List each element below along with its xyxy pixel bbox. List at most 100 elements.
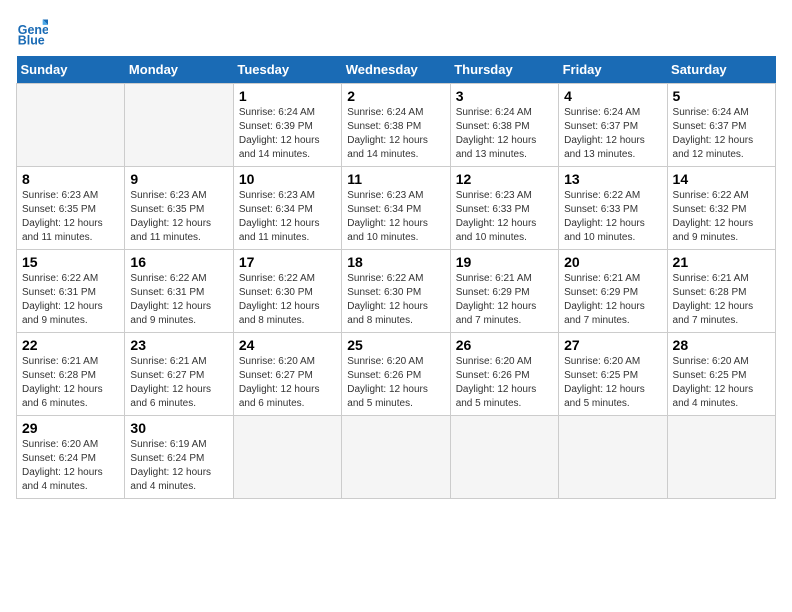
calendar-cell <box>450 416 558 499</box>
calendar-cell: 28 Sunrise: 6:20 AM Sunset: 6:25 PM Dayli… <box>667 333 775 416</box>
day-info: Sunrise: 6:20 AM Sunset: 6:24 PM Dayligh… <box>22 438 119 494</box>
calendar-cell: 15 Sunrise: 6:22 AM Sunset: 6:31 PM Dayli… <box>17 250 125 333</box>
calendar-cell: 25Sunrise: 6:20 AM Sunset: 6:26 PM Dayli… <box>342 333 450 416</box>
day-of-week-header: Sunday <box>17 56 125 84</box>
day-info: Sunrise: 6:24 AM Sunset: 6:39 PM Dayligh… <box>239 106 336 162</box>
calendar-cell: 4 Sunrise: 6:24 AM Sunset: 6:37 PM Daylig… <box>559 84 667 167</box>
day-number: 1 <box>239 88 336 104</box>
calendar-cell: 20 Sunrise: 6:21 AM Sunset: 6:29 PM Dayli… <box>559 250 667 333</box>
day-info: Sunrise: 6:24 AM Sunset: 6:38 PM Dayligh… <box>347 106 444 162</box>
calendar-cell <box>17 84 125 167</box>
calendar-cell: 11 Sunrise: 6:23 AM Sunset: 6:34 PM Dayli… <box>342 167 450 250</box>
day-number: 30 <box>130 420 227 436</box>
svg-text:Blue: Blue <box>18 33 45 47</box>
day-info: Sunrise: 6:20 AM Sunset: 6:27 PM Dayligh… <box>239 355 336 411</box>
calendar-cell: 19 Sunrise: 6:21 AM Sunset: 6:29 PM Dayli… <box>450 250 558 333</box>
day-info: Sunrise: 6:21 AM Sunset: 6:27 PM Dayligh… <box>130 355 227 411</box>
day-number: 12 <box>456 171 553 187</box>
calendar-cell: 1 Sunrise: 6:24 AM Sunset: 6:39 PM Daylig… <box>233 84 341 167</box>
day-info: Sunrise: 6:21 AM Sunset: 6:29 PM Dayligh… <box>456 272 553 328</box>
calendar-cell: 30 Sunrise: 6:19 AM Sunset: 6:24 PM Dayli… <box>125 416 233 499</box>
day-info: Sunrise: 6:23 AM Sunset: 6:33 PM Dayligh… <box>456 189 553 245</box>
day-number: 16 <box>130 254 227 270</box>
logo: General Blue <box>16 16 52 48</box>
day-info: Sunrise: 6:23 AM Sunset: 6:35 PM Dayligh… <box>130 189 227 245</box>
calendar-cell: 8 Sunrise: 6:23 AM Sunset: 6:35 PM Daylig… <box>17 167 125 250</box>
calendar-cell: 23 Sunrise: 6:21 AM Sunset: 6:27 PM Dayli… <box>125 333 233 416</box>
day-of-week-header: Saturday <box>667 56 775 84</box>
day-number: 24 <box>239 337 336 353</box>
day-info: Sunrise: 6:21 AM Sunset: 6:29 PM Dayligh… <box>564 272 661 328</box>
day-info: Sunrise: 6:22 AM Sunset: 6:31 PM Dayligh… <box>22 272 119 328</box>
calendar-cell: 5 Sunrise: 6:24 AM Sunset: 6:37 PM Daylig… <box>667 84 775 167</box>
day-of-week-header: Thursday <box>450 56 558 84</box>
day-number: 23 <box>130 337 227 353</box>
day-info: Sunrise: 6:24 AM Sunset: 6:38 PM Dayligh… <box>456 106 553 162</box>
day-info: Sunrise: 6:20 AM Sunset: 6:25 PM Dayligh… <box>564 355 661 411</box>
day-info: Sunrise: 6:21 AM Sunset: 6:28 PM Dayligh… <box>673 272 770 328</box>
calendar-cell: 24 Sunrise: 6:20 AM Sunset: 6:27 PM Dayli… <box>233 333 341 416</box>
day-info: Sunrise: 6:20 AM Sunset: 6:26 PM Dayligh… <box>456 355 553 411</box>
day-number: 27 <box>564 337 661 353</box>
calendar-cell: 3 Sunrise: 6:24 AM Sunset: 6:38 PM Daylig… <box>450 84 558 167</box>
day-number: 26 <box>456 337 553 353</box>
calendar-cell <box>667 416 775 499</box>
day-number: 11 <box>347 171 444 187</box>
logo-icon: General Blue <box>16 16 48 48</box>
calendar-cell: 29 Sunrise: 6:20 AM Sunset: 6:24 PM Dayli… <box>17 416 125 499</box>
calendar-cell: 21Sunrise: 6:21 AM Sunset: 6:28 PM Dayli… <box>667 250 775 333</box>
calendar-cell <box>233 416 341 499</box>
day-info: Sunrise: 6:22 AM Sunset: 6:31 PM Dayligh… <box>130 272 227 328</box>
day-number: 29 <box>22 420 119 436</box>
day-info: Sunrise: 6:22 AM Sunset: 6:30 PM Dayligh… <box>347 272 444 328</box>
calendar-cell <box>342 416 450 499</box>
day-info: Sunrise: 6:20 AM Sunset: 6:25 PM Dayligh… <box>673 355 770 411</box>
calendar-cell: 27 Sunrise: 6:20 AM Sunset: 6:25 PM Dayli… <box>559 333 667 416</box>
day-info: Sunrise: 6:24 AM Sunset: 6:37 PM Dayligh… <box>564 106 661 162</box>
day-number: 2 <box>347 88 444 104</box>
day-number: 17 <box>239 254 336 270</box>
calendar-cell <box>559 416 667 499</box>
day-info: Sunrise: 6:23 AM Sunset: 6:34 PM Dayligh… <box>347 189 444 245</box>
day-of-week-header: Monday <box>125 56 233 84</box>
day-number: 5 <box>673 88 770 104</box>
calendar-cell <box>125 84 233 167</box>
day-number: 10 <box>239 171 336 187</box>
calendar-cell: 10 Sunrise: 6:23 AM Sunset: 6:34 PM Dayli… <box>233 167 341 250</box>
day-info: Sunrise: 6:24 AM Sunset: 6:37 PM Dayligh… <box>673 106 770 162</box>
day-info: Sunrise: 6:22 AM Sunset: 6:32 PM Dayligh… <box>673 189 770 245</box>
day-number: 14 <box>673 171 770 187</box>
day-info: Sunrise: 6:21 AM Sunset: 6:28 PM Dayligh… <box>22 355 119 411</box>
day-number: 28 <box>673 337 770 353</box>
day-number: 13 <box>564 171 661 187</box>
day-number: 19 <box>456 254 553 270</box>
day-of-week-header: Tuesday <box>233 56 341 84</box>
day-number: 3 <box>456 88 553 104</box>
day-info: Sunrise: 6:23 AM Sunset: 6:35 PM Dayligh… <box>22 189 119 245</box>
day-number: 15 <box>22 254 119 270</box>
page-header: General Blue <box>16 16 776 48</box>
day-number: 4 <box>564 88 661 104</box>
day-info: Sunrise: 6:23 AM Sunset: 6:34 PM Dayligh… <box>239 189 336 245</box>
day-info: Sunrise: 6:19 AM Sunset: 6:24 PM Dayligh… <box>130 438 227 494</box>
day-of-week-header: Wednesday <box>342 56 450 84</box>
day-number: 9 <box>130 171 227 187</box>
day-number: 22 <box>22 337 119 353</box>
calendar-cell: 9 Sunrise: 6:23 AM Sunset: 6:35 PM Daylig… <box>125 167 233 250</box>
calendar-table: SundayMondayTuesdayWednesdayThursdayFrid… <box>16 56 776 499</box>
day-info: Sunrise: 6:22 AM Sunset: 6:33 PM Dayligh… <box>564 189 661 245</box>
calendar-cell: 2 Sunrise: 6:24 AM Sunset: 6:38 PM Daylig… <box>342 84 450 167</box>
calendar-cell: 12 Sunrise: 6:23 AM Sunset: 6:33 PM Dayli… <box>450 167 558 250</box>
day-number: 18 <box>347 254 444 270</box>
day-number: 20 <box>564 254 661 270</box>
calendar-cell: 22 Sunrise: 6:21 AM Sunset: 6:28 PM Dayli… <box>17 333 125 416</box>
day-of-week-header: Friday <box>559 56 667 84</box>
calendar-cell: 26 Sunrise: 6:20 AM Sunset: 6:26 PM Dayli… <box>450 333 558 416</box>
calendar-cell: 16 Sunrise: 6:22 AM Sunset: 6:31 PM Dayli… <box>125 250 233 333</box>
calendar-cell: 13 Sunrise: 6:22 AM Sunset: 6:33 PM Dayli… <box>559 167 667 250</box>
day-number: 25 <box>347 337 444 353</box>
day-info: Sunrise: 6:22 AM Sunset: 6:30 PM Dayligh… <box>239 272 336 328</box>
calendar-cell: 14 Sunrise: 6:22 AM Sunset: 6:32 PM Dayli… <box>667 167 775 250</box>
day-number: 8 <box>22 171 119 187</box>
calendar-cell: 18 Sunrise: 6:22 AM Sunset: 6:30 PM Dayli… <box>342 250 450 333</box>
